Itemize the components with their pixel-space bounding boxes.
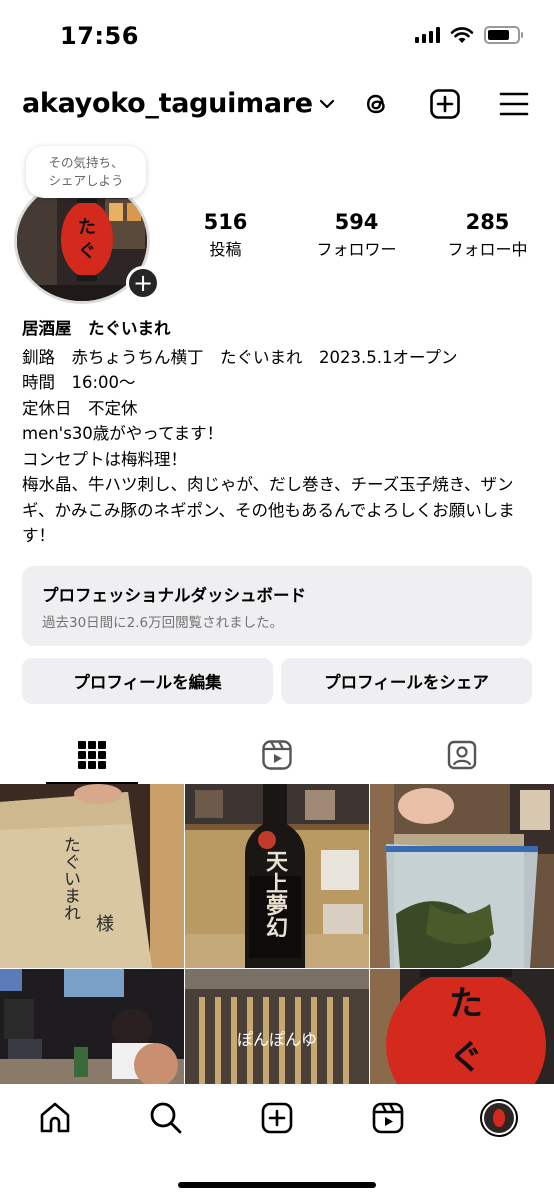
post-image-bar-interior xyxy=(0,969,184,1084)
add-story-icon[interactable]: + xyxy=(126,266,160,300)
post-image-bag xyxy=(370,784,554,968)
post-image-storefront: ぽんぽんゆ xyxy=(185,969,369,1084)
reels-icon xyxy=(372,1102,404,1134)
tab-tagged[interactable] xyxy=(369,726,554,784)
post-thumbnail[interactable]: た ぐ xyxy=(370,969,554,1084)
svg-text:ぐ: ぐ xyxy=(449,1038,483,1078)
username: akayoko_taguimare xyxy=(22,88,313,119)
post-thumbnail[interactable] xyxy=(370,784,554,968)
tab-grid[interactable] xyxy=(0,726,185,784)
bottle-label: 天上夢幻 xyxy=(262,850,288,938)
post-text: たぐいまれ xyxy=(60,836,80,921)
create-button[interactable] xyxy=(427,86,463,122)
threads-button[interactable] xyxy=(358,86,394,122)
post-text: 様 xyxy=(96,914,114,935)
menu-button[interactable] xyxy=(496,86,532,122)
tagged-person-icon xyxy=(447,740,476,770)
bio-line: 梅水晶、牛ハツ刺し、肉じゃが、だし巻き、チーズ玉子焼き、ザンギ、かみこみ豚のネギ… xyxy=(22,475,515,545)
reels-icon xyxy=(262,740,292,770)
post-thumbnail[interactable]: ぽんぽんゆ xyxy=(185,969,369,1084)
nav-reels[interactable] xyxy=(366,1096,410,1140)
grid-icon xyxy=(78,741,107,769)
status-bar: 17:56 xyxy=(0,0,554,72)
account-switcher[interactable]: akayoko_taguimare xyxy=(22,88,335,119)
status-time: 17:56 xyxy=(60,22,139,50)
posts-grid: たぐいまれ 様 天上夢幻 ぽんぽんゆ た ぐ xyxy=(0,784,554,1084)
bottom-navigation xyxy=(0,1084,554,1200)
threads-icon xyxy=(366,94,385,114)
hamburger-menu-icon xyxy=(499,92,529,116)
stat-value: 285 xyxy=(465,210,510,234)
bio-line: men's30歳がやってます！ xyxy=(22,424,224,443)
home-indicator xyxy=(178,1182,376,1188)
post-image-envelope: たぐいまれ 様 xyxy=(0,784,184,968)
profile-bio: 居酒屋 たぐいまれ 釧路 赤ちょうちん横丁 たぐいまれ 2023.5.1オープン… xyxy=(22,316,532,549)
share-profile-button[interactable]: プロフィールをシェア xyxy=(281,658,532,704)
edit-profile-button[interactable]: プロフィールを編集 xyxy=(22,658,273,704)
wifi-icon xyxy=(450,27,474,43)
profile-stats: 516 投稿 594 フォロワー 285 フォロー中 xyxy=(160,210,554,260)
stat-label: フォロワー xyxy=(316,240,397,259)
stat-label: フォロー中 xyxy=(447,240,528,259)
stat-value: 516 xyxy=(203,210,248,234)
post-image-bottle: 天上夢幻 xyxy=(185,784,369,968)
bio-line: 定休日 不定休 xyxy=(22,398,138,418)
home-icon xyxy=(41,1102,70,1133)
stat-value: 594 xyxy=(334,210,379,234)
note-bubble[interactable]: その気持ち、 シェアしよう xyxy=(26,146,146,198)
stat-posts[interactable]: 516 投稿 xyxy=(160,210,291,260)
bio-line: 釧路 赤ちょうちん横丁 たぐいまれ 2023.5.1オープン xyxy=(22,347,458,367)
dashboard-subtitle: 過去30日間に2.6万回閲覧されました。 xyxy=(42,615,284,631)
cellular-signal-icon xyxy=(415,27,440,43)
post-thumbnail[interactable]: 天上夢幻 xyxy=(185,784,369,968)
stat-label: 投稿 xyxy=(209,240,242,259)
profile-header: akayoko_taguimare xyxy=(0,82,554,128)
profile-avatar-icon xyxy=(479,1099,518,1137)
nav-home[interactable] xyxy=(33,1096,77,1140)
post-thumbnail[interactable]: たぐいまれ 様 xyxy=(0,784,184,968)
battery-icon xyxy=(484,26,523,44)
stat-followers[interactable]: 594 フォロワー xyxy=(291,210,422,260)
svg-text:た: た xyxy=(449,984,483,1024)
bio-line: 時間 16:00〜 xyxy=(22,373,136,392)
nav-profile[interactable] xyxy=(477,1096,521,1140)
bio-line: コンセプトは梅料理！ xyxy=(22,449,187,469)
post-thumbnail[interactable] xyxy=(0,969,184,1084)
plus-square-icon xyxy=(261,1102,293,1134)
stat-following[interactable]: 285 フォロー中 xyxy=(422,210,553,260)
chevron-down-icon xyxy=(319,99,334,108)
status-icons xyxy=(415,26,523,44)
content-tabs xyxy=(0,726,554,784)
display-name: 居酒屋 たぐいまれ xyxy=(22,319,171,338)
nav-search[interactable] xyxy=(144,1096,188,1140)
svg-text:た: た xyxy=(78,217,96,238)
dashboard-title: プロフェッショナルダッシュボード xyxy=(42,586,306,605)
tab-reels[interactable] xyxy=(185,726,370,784)
plus-square-icon xyxy=(430,89,460,119)
profile-actions: プロフィールを編集 プロフィールをシェア xyxy=(22,658,532,704)
svg-text:ぐ: ぐ xyxy=(78,241,96,262)
post-image-lantern: た ぐ xyxy=(370,969,554,1084)
professional-dashboard[interactable]: プロフェッショナルダッシュボード 過去30日間に2.6万回閲覧されました。 xyxy=(22,566,532,646)
post-text: ぽんぽんゆ xyxy=(237,1030,317,1049)
search-icon xyxy=(150,1102,182,1134)
nav-create[interactable] xyxy=(255,1096,299,1140)
